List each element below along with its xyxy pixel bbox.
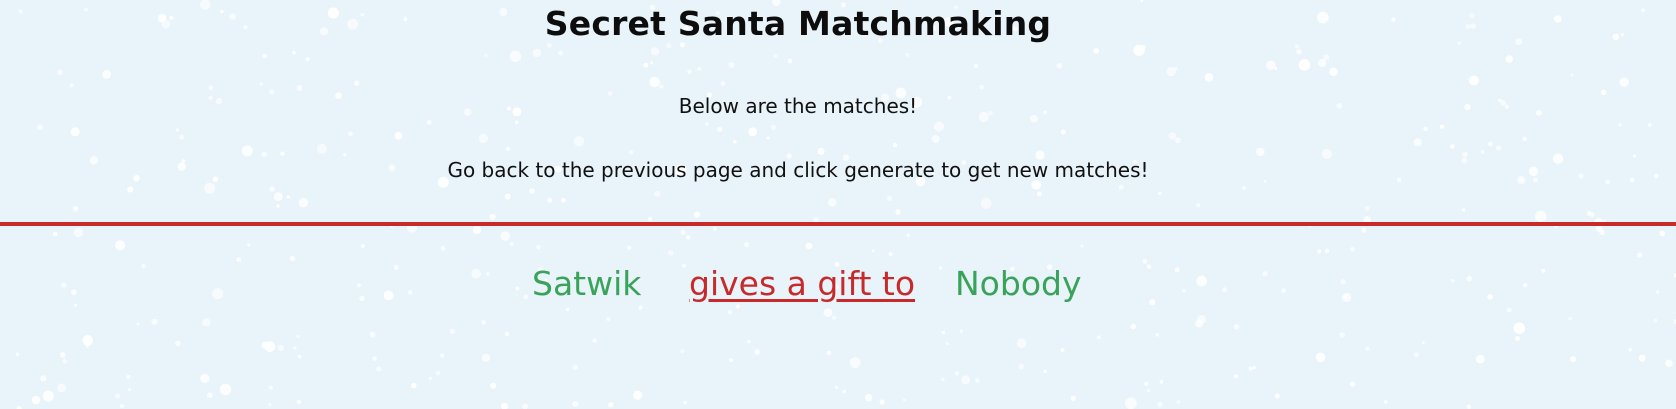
section-divider bbox=[0, 222, 1676, 226]
receiver-name: Nobody bbox=[955, 264, 1082, 303]
matches-intro-text: Below are the matches! bbox=[678, 94, 918, 118]
regenerate-instruction-text: Go back to the previous page and click g… bbox=[447, 158, 1149, 182]
page-title: Secret Santa Matchmaking bbox=[544, 4, 1052, 43]
match-row: Satwik gives a gift to Nobody bbox=[0, 264, 1676, 308]
gives-gift-link[interactable]: gives a gift to bbox=[689, 264, 915, 303]
giver-name: Satwik bbox=[532, 264, 642, 303]
page-content: Secret Santa Matchmaking Below are the m… bbox=[0, 0, 1676, 409]
